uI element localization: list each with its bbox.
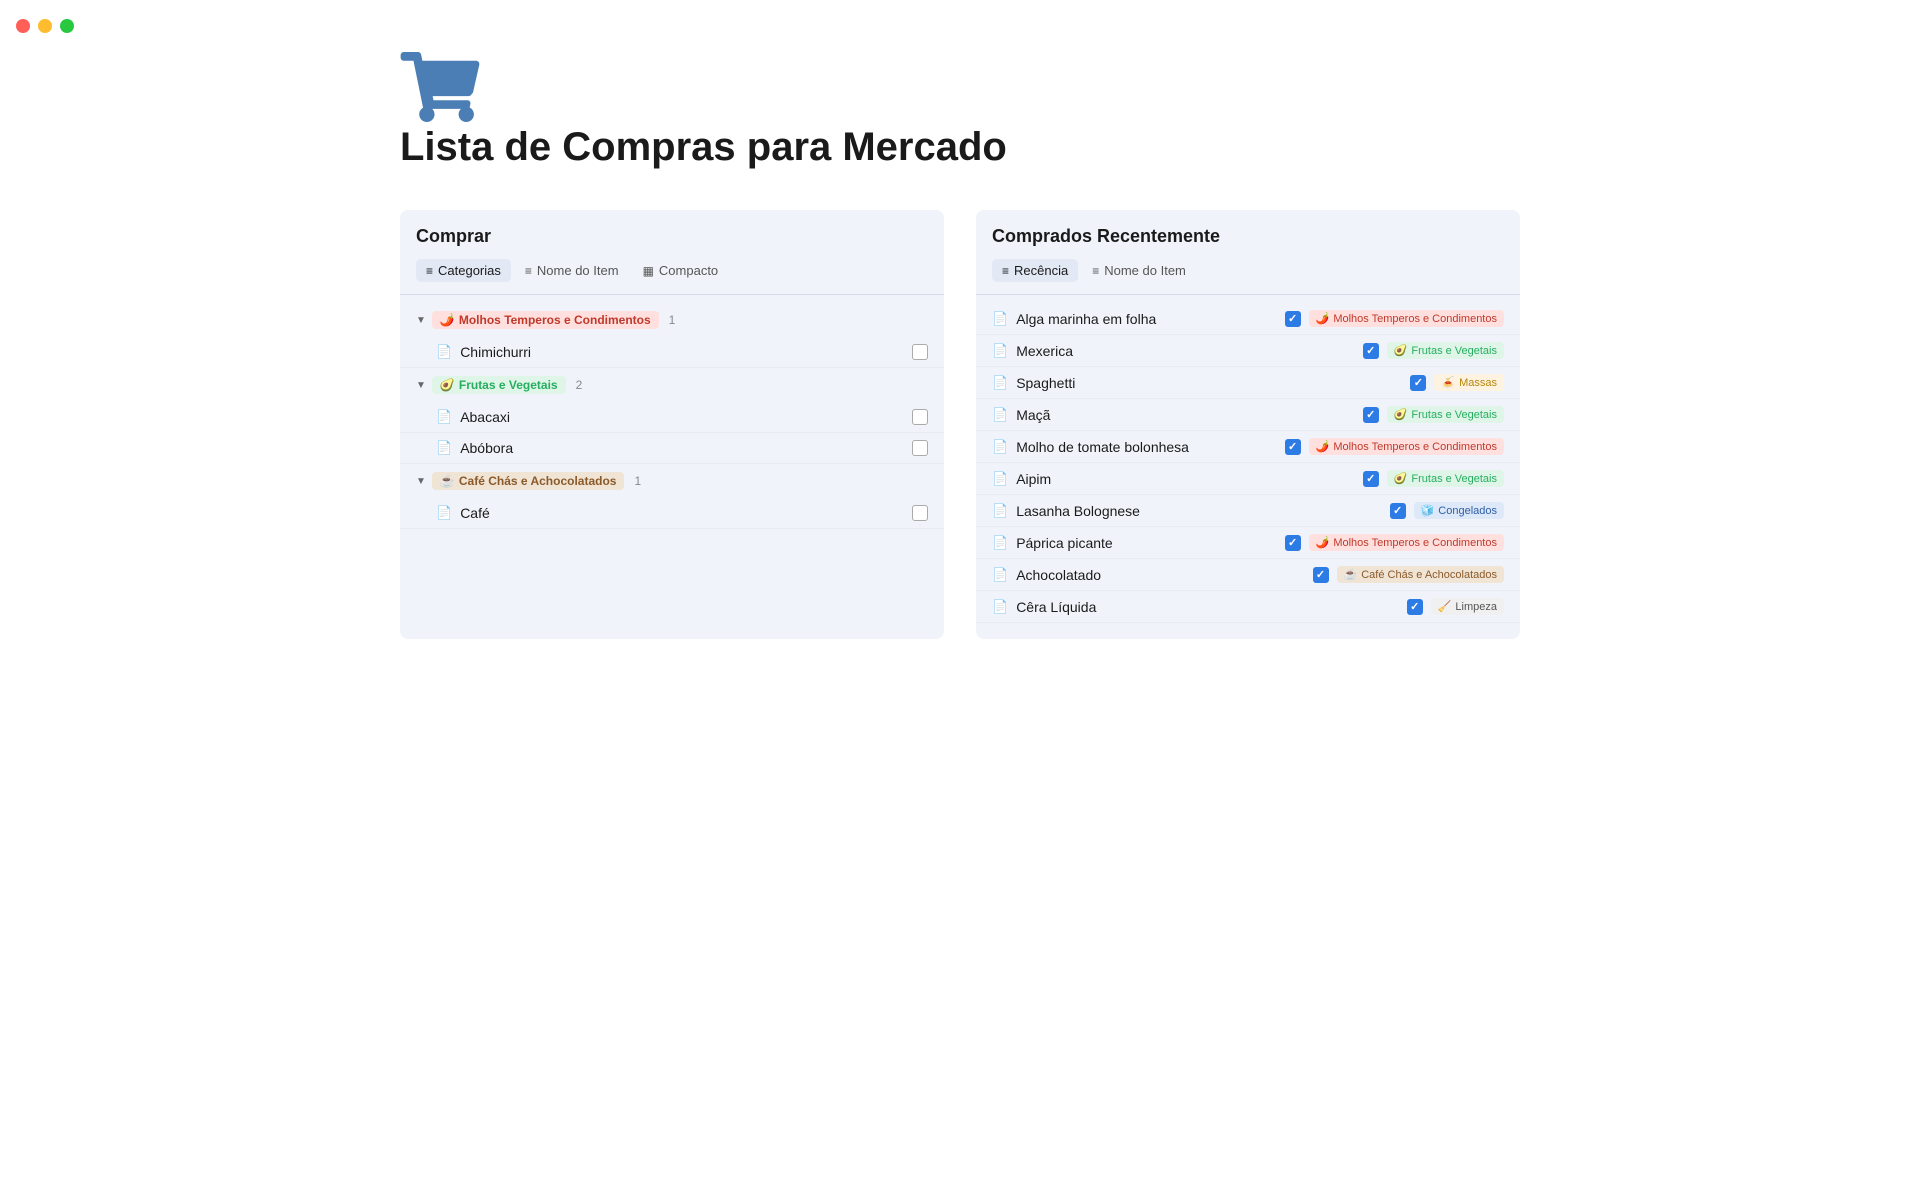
tab-categorias[interactable]: ≡ Categorias [416, 259, 511, 282]
checkbox-r6[interactable] [1390, 503, 1406, 519]
badge-r4: 🌶️ Molhos Temperos e Condimentos [1309, 438, 1504, 455]
badge-r3: 🥑 Frutas e Vegetais [1387, 406, 1504, 423]
tab-recencia[interactable]: ≡ Recência [992, 259, 1078, 282]
comprar-tabs: ≡ Categorias ≡ Nome do Item ▦ Compacto [400, 259, 944, 295]
cafe-checkbox[interactable] [912, 505, 928, 521]
maximize-button[interactable] [60, 19, 74, 33]
checkbox-r3[interactable] [1363, 407, 1379, 423]
category-cafe[interactable]: ▼ ☕ Café Chás e Achocolatados 1 [400, 464, 944, 498]
page-content: Lista de Compras para Mercado Comprar ≡ … [320, 52, 1600, 719]
checkbox-r0[interactable] [1285, 311, 1301, 327]
checkbox-r9[interactable] [1407, 599, 1423, 615]
doc-icon-4: 📄 [436, 505, 452, 521]
list-icon-3: ≡ [1002, 264, 1009, 278]
frutas-badge: 🥑 Frutas e Vegetais [432, 376, 566, 394]
badge-r5: 🥑 Frutas e Vegetais [1387, 470, 1504, 487]
right-item-0[interactable]: 📄 Alga marinha em folha 🌶️ Molhos Temper… [976, 303, 1520, 335]
badge-r1: 🥑 Frutas e Vegetais [1387, 342, 1504, 359]
comprados-section: Comprados Recentemente ≡ Recência ≡ Nome… [976, 210, 1520, 639]
doc-icon-2: 📄 [436, 409, 452, 425]
checkbox-r1[interactable] [1363, 343, 1379, 359]
list-icon-2: ≡ [525, 264, 532, 278]
toggle-icon-3: ▼ [416, 476, 426, 487]
right-item-8[interactable]: 📄 Achocolatado ☕ Café Chás e Achocolatad… [976, 559, 1520, 591]
abacaxi-checkbox[interactable] [912, 409, 928, 425]
list-icon: ≡ [426, 264, 433, 278]
doc-icon-3: 📄 [436, 440, 452, 456]
badge-r7: 🌶️ Molhos Temperos e Condimentos [1309, 534, 1504, 551]
checkbox-r7[interactable] [1285, 535, 1301, 551]
comprados-title: Comprados Recentemente [976, 226, 1520, 259]
comprados-table: 📄 Alga marinha em folha 🌶️ Molhos Temper… [976, 295, 1520, 631]
doc-icon-r8: 📄 [992, 567, 1008, 583]
right-item-5[interactable]: 📄 Aipim 🥑 Frutas e Vegetais [976, 463, 1520, 495]
toggle-icon: ▼ [416, 315, 426, 326]
right-item-2[interactable]: 📄 Spaghetti 🍝 Massas [976, 367, 1520, 399]
category-frutas[interactable]: ▼ 🥑 Frutas e Vegetais 2 [400, 368, 944, 402]
abobora-checkbox[interactable] [912, 440, 928, 456]
item-chimichurri[interactable]: 📄 Chimichurri [400, 337, 944, 368]
comprados-tabs: ≡ Recência ≡ Nome do Item [976, 259, 1520, 295]
tab-nome-item[interactable]: ≡ Nome do Item [515, 259, 629, 282]
doc-icon-r6: 📄 [992, 503, 1008, 519]
checkbox-r2[interactable] [1410, 375, 1426, 391]
cafe-badge: ☕ Café Chás e Achocolatados [432, 472, 625, 490]
list-icon-4: ≡ [1092, 264, 1099, 278]
page-title: Lista de Compras para Mercado [400, 125, 1520, 170]
comprar-table: ▼ 🌶️ Molhos Temperos e Condimentos 1 📄 C… [400, 295, 944, 537]
tab-compacto[interactable]: ▦ Compacto [633, 259, 729, 282]
doc-icon-r7: 📄 [992, 535, 1008, 551]
grid-icon: ▦ [643, 264, 654, 278]
right-item-6[interactable]: 📄 Lasanha Bolognese 🧊 Congelados [976, 495, 1520, 527]
minimize-button[interactable] [38, 19, 52, 33]
page-icon [400, 52, 1520, 125]
category-molhos[interactable]: ▼ 🌶️ Molhos Temperos e Condimentos 1 [400, 303, 944, 337]
doc-icon-r4: 📄 [992, 439, 1008, 455]
badge-r0: 🌶️ Molhos Temperos e Condimentos [1309, 310, 1504, 327]
doc-icon-r9: 📄 [992, 599, 1008, 615]
close-button[interactable] [16, 19, 30, 33]
right-item-4[interactable]: 📄 Molho de tomate bolonhesa 🌶️ Molhos Te… [976, 431, 1520, 463]
badge-r8: ☕ Café Chás e Achocolatados [1337, 566, 1504, 583]
doc-icon-r0: 📄 [992, 311, 1008, 327]
badge-r2: 🍝 Massas [1434, 374, 1504, 391]
doc-icon-r3: 📄 [992, 407, 1008, 423]
right-item-1[interactable]: 📄 Mexerica 🥑 Frutas e Vegetais [976, 335, 1520, 367]
right-item-7[interactable]: 📄 Páprica picante 🌶️ Molhos Temperos e C… [976, 527, 1520, 559]
badge-r6: 🧊 Congelados [1414, 502, 1504, 519]
toggle-icon-2: ▼ [416, 380, 426, 391]
doc-icon-r5: 📄 [992, 471, 1008, 487]
item-abobora[interactable]: 📄 Abóbora [400, 433, 944, 464]
doc-icon-r1: 📄 [992, 343, 1008, 359]
right-item-3[interactable]: 📄 Maçã 🥑 Frutas e Vegetais [976, 399, 1520, 431]
chimichurri-checkbox[interactable] [912, 344, 928, 360]
checkbox-r5[interactable] [1363, 471, 1379, 487]
right-item-9[interactable]: 📄 Cêra Líquida 🧹 Limpeza [976, 591, 1520, 623]
comprar-section: Comprar ≡ Categorias ≡ Nome do Item ▦ Co… [400, 210, 944, 639]
checkbox-r4[interactable] [1285, 439, 1301, 455]
checkbox-r8[interactable] [1313, 567, 1329, 583]
item-abacaxi[interactable]: 📄 Abacaxi [400, 402, 944, 433]
doc-icon: 📄 [436, 344, 452, 360]
badge-r9: 🧹 Limpeza [1431, 598, 1504, 615]
molhos-badge: 🌶️ Molhos Temperos e Condimentos [432, 311, 659, 329]
main-columns: Comprar ≡ Categorias ≡ Nome do Item ▦ Co… [400, 210, 1520, 639]
item-cafe[interactable]: 📄 Café [400, 498, 944, 529]
doc-icon-r2: 📄 [992, 375, 1008, 391]
comprar-title: Comprar [400, 226, 944, 259]
tab-nome-item-right[interactable]: ≡ Nome do Item [1082, 259, 1196, 282]
titlebar [0, 0, 1920, 52]
